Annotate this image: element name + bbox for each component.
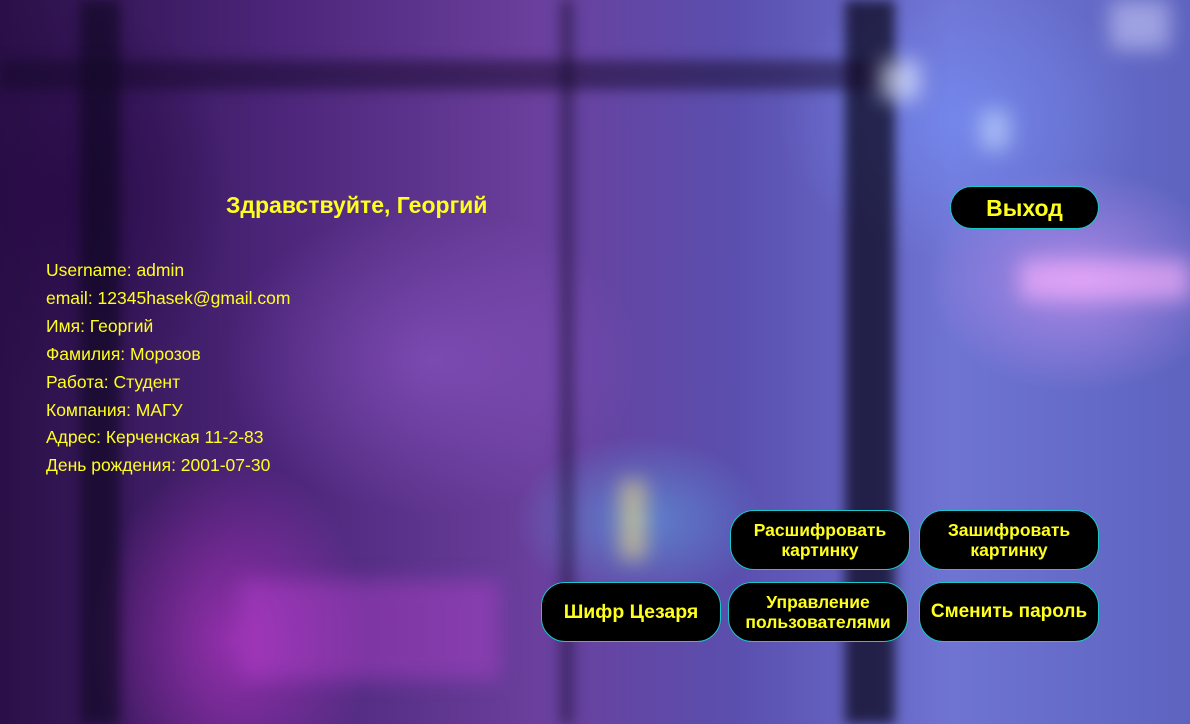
profile-first-name: Имя: Георгий (46, 315, 154, 336)
caesar-cipher-button[interactable]: Шифр Цезаря (541, 582, 721, 642)
manage-users-button[interactable]: Управление пользователями (728, 582, 908, 642)
decrypt-image-button[interactable]: Расшифровать картинку (730, 510, 910, 570)
profile-birthday: День рождения: 2001-07-30 (46, 455, 271, 476)
profile-company: Компания: МАГУ (46, 399, 183, 420)
profile-email: email: 12345hasek@gmail.com (46, 287, 291, 308)
greeting-heading: Здравствуйте, Георгий (226, 192, 488, 218)
encrypt-image-button[interactable]: Зашифровать картинку (919, 510, 1099, 570)
profile-last-name: Фамилия: Морозов (46, 343, 201, 364)
profile-address: Адрес: Керченская 11-2-83 (46, 427, 264, 448)
profile-job: Работа: Студент (46, 371, 181, 392)
change-password-button[interactable]: Сменить пароль (919, 582, 1099, 642)
logout-button[interactable]: Выход (950, 186, 1099, 229)
profile-username: Username: admin (46, 260, 185, 280)
profile-info: Username: admin email: 12345hasek@gmail.… (46, 257, 290, 480)
